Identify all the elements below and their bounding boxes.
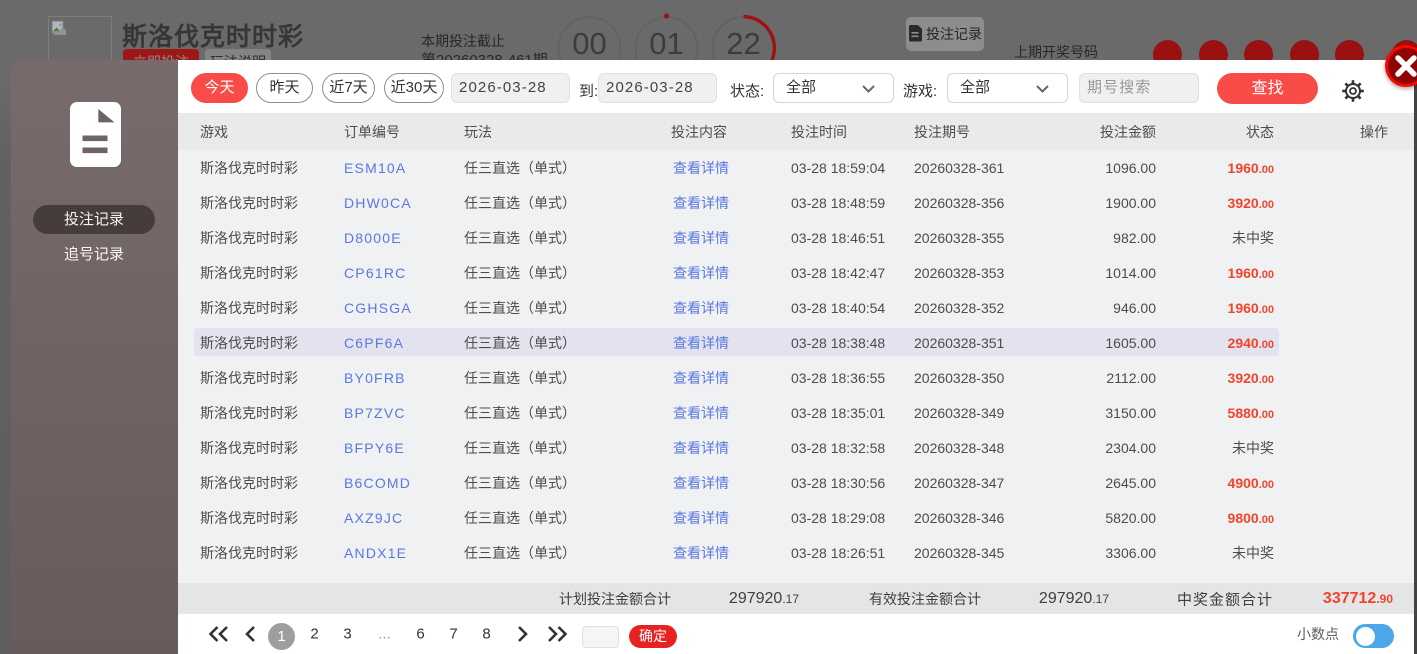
svg-text:01: 01 (649, 26, 683, 60)
svg-text:22: 22 (726, 26, 760, 60)
svg-text:00: 00 (572, 26, 606, 60)
